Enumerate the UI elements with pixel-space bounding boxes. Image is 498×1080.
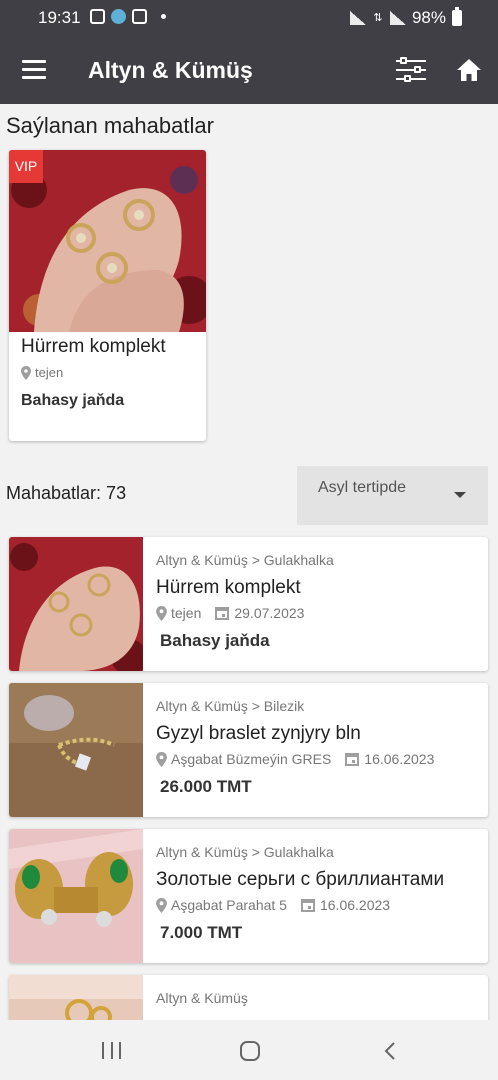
ad-date: 16.06.2023 xyxy=(319,897,391,913)
data-transfer-icon: ⇅ xyxy=(373,12,383,24)
location-pin-icon xyxy=(21,365,31,380)
featured-section-title: Saýlanan mahabatlar xyxy=(6,113,214,138)
status-time: 19:31 xyxy=(38,8,81,27)
ad-meta: Aşgabat Büzmeýin GRES 16.06.2023 xyxy=(156,751,434,767)
status-bar: 19:31 ⇅ 98% xyxy=(0,0,498,36)
ad-category-path: Altyn & Kümüş xyxy=(156,990,248,1006)
chevron-down-icon xyxy=(454,492,466,498)
ad-price: 26.000 TMT xyxy=(160,777,252,796)
ads-count: Mahabatlar: 73 xyxy=(6,483,127,503)
system-status-icons: ⇅ 98% xyxy=(349,7,462,28)
app-bar: Altyn & Kümüş xyxy=(0,36,498,104)
ad-category-path: Altyn & Kümüş > Gulakhalka xyxy=(156,552,334,568)
ad-meta: Aşgabat Parahat 5 16.06.2023 xyxy=(156,897,390,913)
ad-location: Aşgabat Parahat 5 xyxy=(171,897,287,913)
recent-apps-icon[interactable] xyxy=(102,1042,121,1059)
location-pin-icon xyxy=(156,751,167,767)
ad-category-path: Altyn & Kümüş > Bilezik xyxy=(156,698,305,714)
notification-icons xyxy=(90,9,166,24)
page-title: Altyn & Kümüş xyxy=(88,57,253,83)
ad-thumbnail xyxy=(9,829,143,963)
home-nav-icon[interactable] xyxy=(240,1041,260,1061)
back-icon[interactable] xyxy=(384,1042,396,1060)
featured-ad-card[interactable]: VIP Hürrem komplekt tejen Bahasy jaňda xyxy=(9,150,206,441)
ad-date: 29.07.2023 xyxy=(234,605,305,621)
ad-list-item[interactable]: Altyn & Kümüş > Gulakhalka Золотые серьг… xyxy=(9,829,488,963)
signal-icon xyxy=(349,11,366,25)
menu-icon[interactable] xyxy=(22,60,46,79)
ad-list-item[interactable]: Altyn & Kümüş > Bilezik Gyzyl braslet zy… xyxy=(9,683,488,817)
signal-2-icon xyxy=(389,11,406,25)
battery-icon xyxy=(452,7,462,26)
ad-thumbnail xyxy=(9,683,143,817)
battery-percent: 98% xyxy=(411,8,446,27)
ad-title: Золотые серьги с бриллиантами xyxy=(156,869,445,890)
calendar-icon xyxy=(215,607,230,620)
app-notification-icon xyxy=(111,9,126,24)
featured-ad-price: Bahasy jaňda xyxy=(21,392,125,409)
ad-meta: tejen 29.07.2023 xyxy=(156,605,304,621)
sort-selected-value: Asyl tertipde xyxy=(318,479,407,496)
featured-ad-location: tejen xyxy=(21,365,63,380)
location-pin-icon xyxy=(156,897,167,913)
calendar-icon xyxy=(345,753,360,766)
sort-dropdown[interactable]: Asyl tertipde xyxy=(297,466,488,525)
ad-category-path: Altyn & Kümüş > Gulakhalka xyxy=(156,844,334,860)
ad-list-item[interactable]: Altyn & Kümüş > Gulakhalka Hürrem komple… xyxy=(9,537,488,671)
more-notifications-dot-icon xyxy=(161,14,166,19)
ad-price: Bahasy jaňda xyxy=(160,631,270,650)
ad-title: Gyzyl braslet zynjyry bln xyxy=(156,723,361,744)
ad-thumbnail xyxy=(9,537,143,671)
vip-badge: VIP xyxy=(9,150,43,183)
featured-ad-title: Hürrem komplekt xyxy=(21,336,166,357)
ad-location: tejen xyxy=(171,605,202,621)
ad-price: 7.000 TMT xyxy=(160,923,243,942)
ad-location: Aşgabat Büzmeýin GRES xyxy=(171,751,332,767)
system-nav-bar xyxy=(0,1020,498,1080)
location-pin-icon xyxy=(156,605,167,621)
filter-icon[interactable] xyxy=(396,56,426,84)
calendar-icon xyxy=(300,899,315,912)
featured-ad-location-text: tejen xyxy=(35,365,64,380)
home-icon[interactable] xyxy=(456,58,482,82)
gallery-notification-icon xyxy=(90,9,105,24)
ad-date: 16.06.2023 xyxy=(364,751,435,767)
featured-ad-photo: VIP xyxy=(9,150,206,332)
instagram-notification-icon xyxy=(132,9,147,24)
ad-title: Hürrem komplekt xyxy=(156,577,301,598)
